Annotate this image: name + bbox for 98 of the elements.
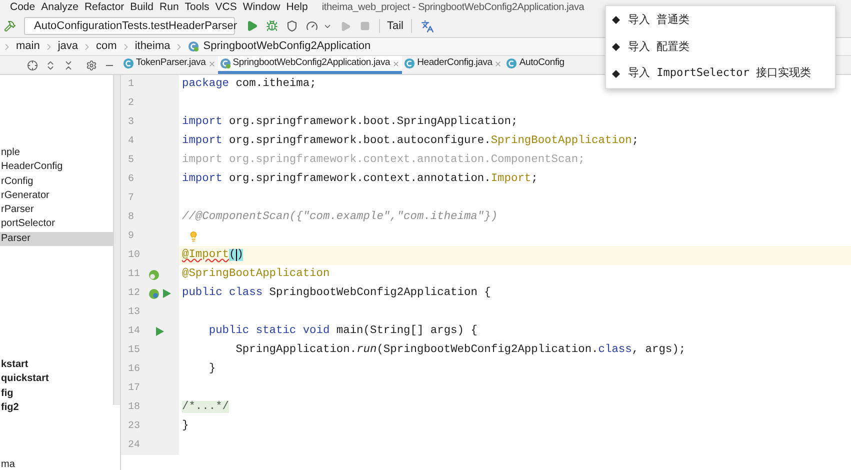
tree-item[interactable]: ma [0, 458, 113, 470]
translate-icon[interactable] [420, 20, 434, 32]
editor-tab[interactable]: SpringbootWebConfig2Application.java [218, 56, 402, 74]
run-icon[interactable] [340, 20, 351, 32]
code-line: import org.springframework.context.annotation.ComponentScan; [182, 152, 585, 168]
tree-item[interactable]: nple [0, 146, 113, 160]
tree-item[interactable]: fig2 [0, 400, 113, 416]
spring-class-icon [188, 41, 200, 52]
line-number: 2 [128, 97, 136, 111]
locate-icon[interactable] [27, 60, 38, 70]
line-number: 15 [128, 344, 142, 358]
spring-bean-icon[interactable] [148, 288, 160, 300]
close-icon[interactable] [494, 60, 502, 68]
menu-item[interactable]: Tools [184, 2, 210, 13]
line-number: 23 [128, 420, 142, 434]
menu-item[interactable]: Window [242, 2, 280, 13]
tree-item[interactable]: rGenerator [0, 188, 113, 204]
line-number: 1 [128, 78, 136, 92]
code-line: } [182, 418, 189, 434]
line-number: 5 [128, 154, 136, 168]
code-line: import org.springframework.boot.SpringApplication; [182, 114, 518, 130]
popup-item[interactable]: 导入 普通类 [606, 7, 835, 34]
menu-item[interactable]: Refactor [84, 2, 124, 13]
window-title: itheima_web_project - SpringbootWebConfig2Application.java [322, 2, 584, 12]
code-line: @Import() [182, 248, 244, 264]
code-line: import org.springframework.boot.autoconfigure.SpringBootApplication; [182, 134, 639, 150]
profiler-icon[interactable] [306, 20, 318, 32]
line-number: 12 [128, 287, 142, 301]
line-number: 14 [128, 325, 142, 339]
diamond-icon [612, 16, 620, 24]
expand-all-icon[interactable] [45, 60, 56, 70]
breadcrumb-item[interactable]: itheima [134, 38, 170, 55]
code-line: public class SpringbootWebConfig2Application { [182, 286, 491, 302]
class-icon [506, 58, 518, 69]
code-line: public static void main(String[] args) { [208, 324, 478, 340]
diamond-icon [612, 70, 620, 78]
code-line: //@ComponentScan({"com.example","com.itheima"}) [182, 210, 498, 226]
line-number: 6 [128, 173, 136, 187]
tree-item[interactable]: HeaderConfig [0, 160, 113, 175]
breadcrumb-item[interactable]: java [58, 38, 78, 55]
menu-item[interactable]: Build [130, 2, 154, 13]
debug-icon[interactable] [266, 20, 278, 32]
run-configuration-dropdown[interactable]: AutoConfigurationTests.testHeaderParser [24, 17, 235, 35]
menu-item[interactable]: Analyze [41, 2, 78, 13]
line-number: 18 [128, 401, 142, 415]
diamond-icon [612, 42, 620, 51]
line-number: 11 [128, 268, 142, 282]
tree-item[interactable]: fig [0, 386, 113, 401]
editor-tab[interactable]: AutoConfig [504, 56, 566, 74]
line-number: 24 [128, 439, 142, 453]
line-number: 9 [128, 230, 136, 244]
settings-icon[interactable] [86, 60, 97, 70]
code-line: @SpringBootApplication [182, 266, 330, 282]
breadcrumb-item[interactable]: com [96, 38, 117, 55]
lightbulb-icon[interactable] [188, 231, 199, 242]
line-number: 7 [128, 192, 136, 206]
breadcrumb-item[interactable]: main [16, 38, 40, 55]
line-number: 3 [128, 116, 136, 130]
collapse-all-icon[interactable] [63, 60, 74, 70]
line-number: 4 [128, 135, 136, 149]
popup-item[interactable]: 导入 ImportSelector 接口实现类 [606, 60, 835, 87]
tree-item[interactable]: kstart [0, 358, 113, 372]
code-line: import org.springframework.context.annotation.Import; [182, 172, 538, 188]
editor-tab[interactable]: TokenParser.java [121, 56, 218, 74]
code-line: package com.itheima; [182, 76, 316, 92]
scrollbar[interactable] [113, 75, 120, 405]
breadcrumb-item[interactable]: SpringbootWebConfig2Application [203, 38, 371, 55]
run-icon[interactable] [156, 327, 164, 336]
close-icon[interactable] [392, 60, 400, 68]
popup-item[interactable]: 导入 配置类 [606, 34, 835, 60]
tree-item[interactable]: rConfig [0, 174, 113, 189]
line-number: 17 [128, 382, 142, 396]
menu-item[interactable]: VCS [215, 2, 237, 13]
class-icon [404, 58, 416, 69]
tree-item[interactable]: portSelector [0, 217, 113, 232]
coverage-icon[interactable] [286, 20, 298, 32]
build-icon[interactable] [4, 20, 16, 32]
menu-item[interactable]: Run [160, 2, 179, 13]
tree-item[interactable]: quickstart [0, 372, 113, 387]
menu-item[interactable]: Code [10, 2, 36, 13]
line-number: 8 [128, 211, 136, 225]
line-number: 10 [128, 249, 142, 263]
spring-bean-icon[interactable] [148, 268, 160, 280]
spring-class-icon [220, 58, 231, 69]
code-line: SpringApplication.run(SpringbootWebConfig2Application.class, args); [234, 342, 686, 358]
menu-item[interactable]: Help [286, 2, 308, 13]
editor-tab[interactable]: HeaderConfig.java [402, 56, 504, 74]
code-line: } [208, 362, 216, 378]
stop-icon[interactable] [360, 21, 370, 31]
line-number: 16 [128, 363, 142, 377]
run-icon[interactable] [163, 289, 171, 298]
tree-item[interactable]: Parser [0, 232, 113, 246]
tree-item[interactable]: rParser [0, 203, 113, 218]
close-icon[interactable] [208, 60, 216, 68]
class-icon [123, 58, 134, 69]
tail-button[interactable]: Tail [385, 18, 406, 34]
line-number: 13 [128, 306, 142, 320]
run-icon[interactable] [246, 20, 258, 32]
